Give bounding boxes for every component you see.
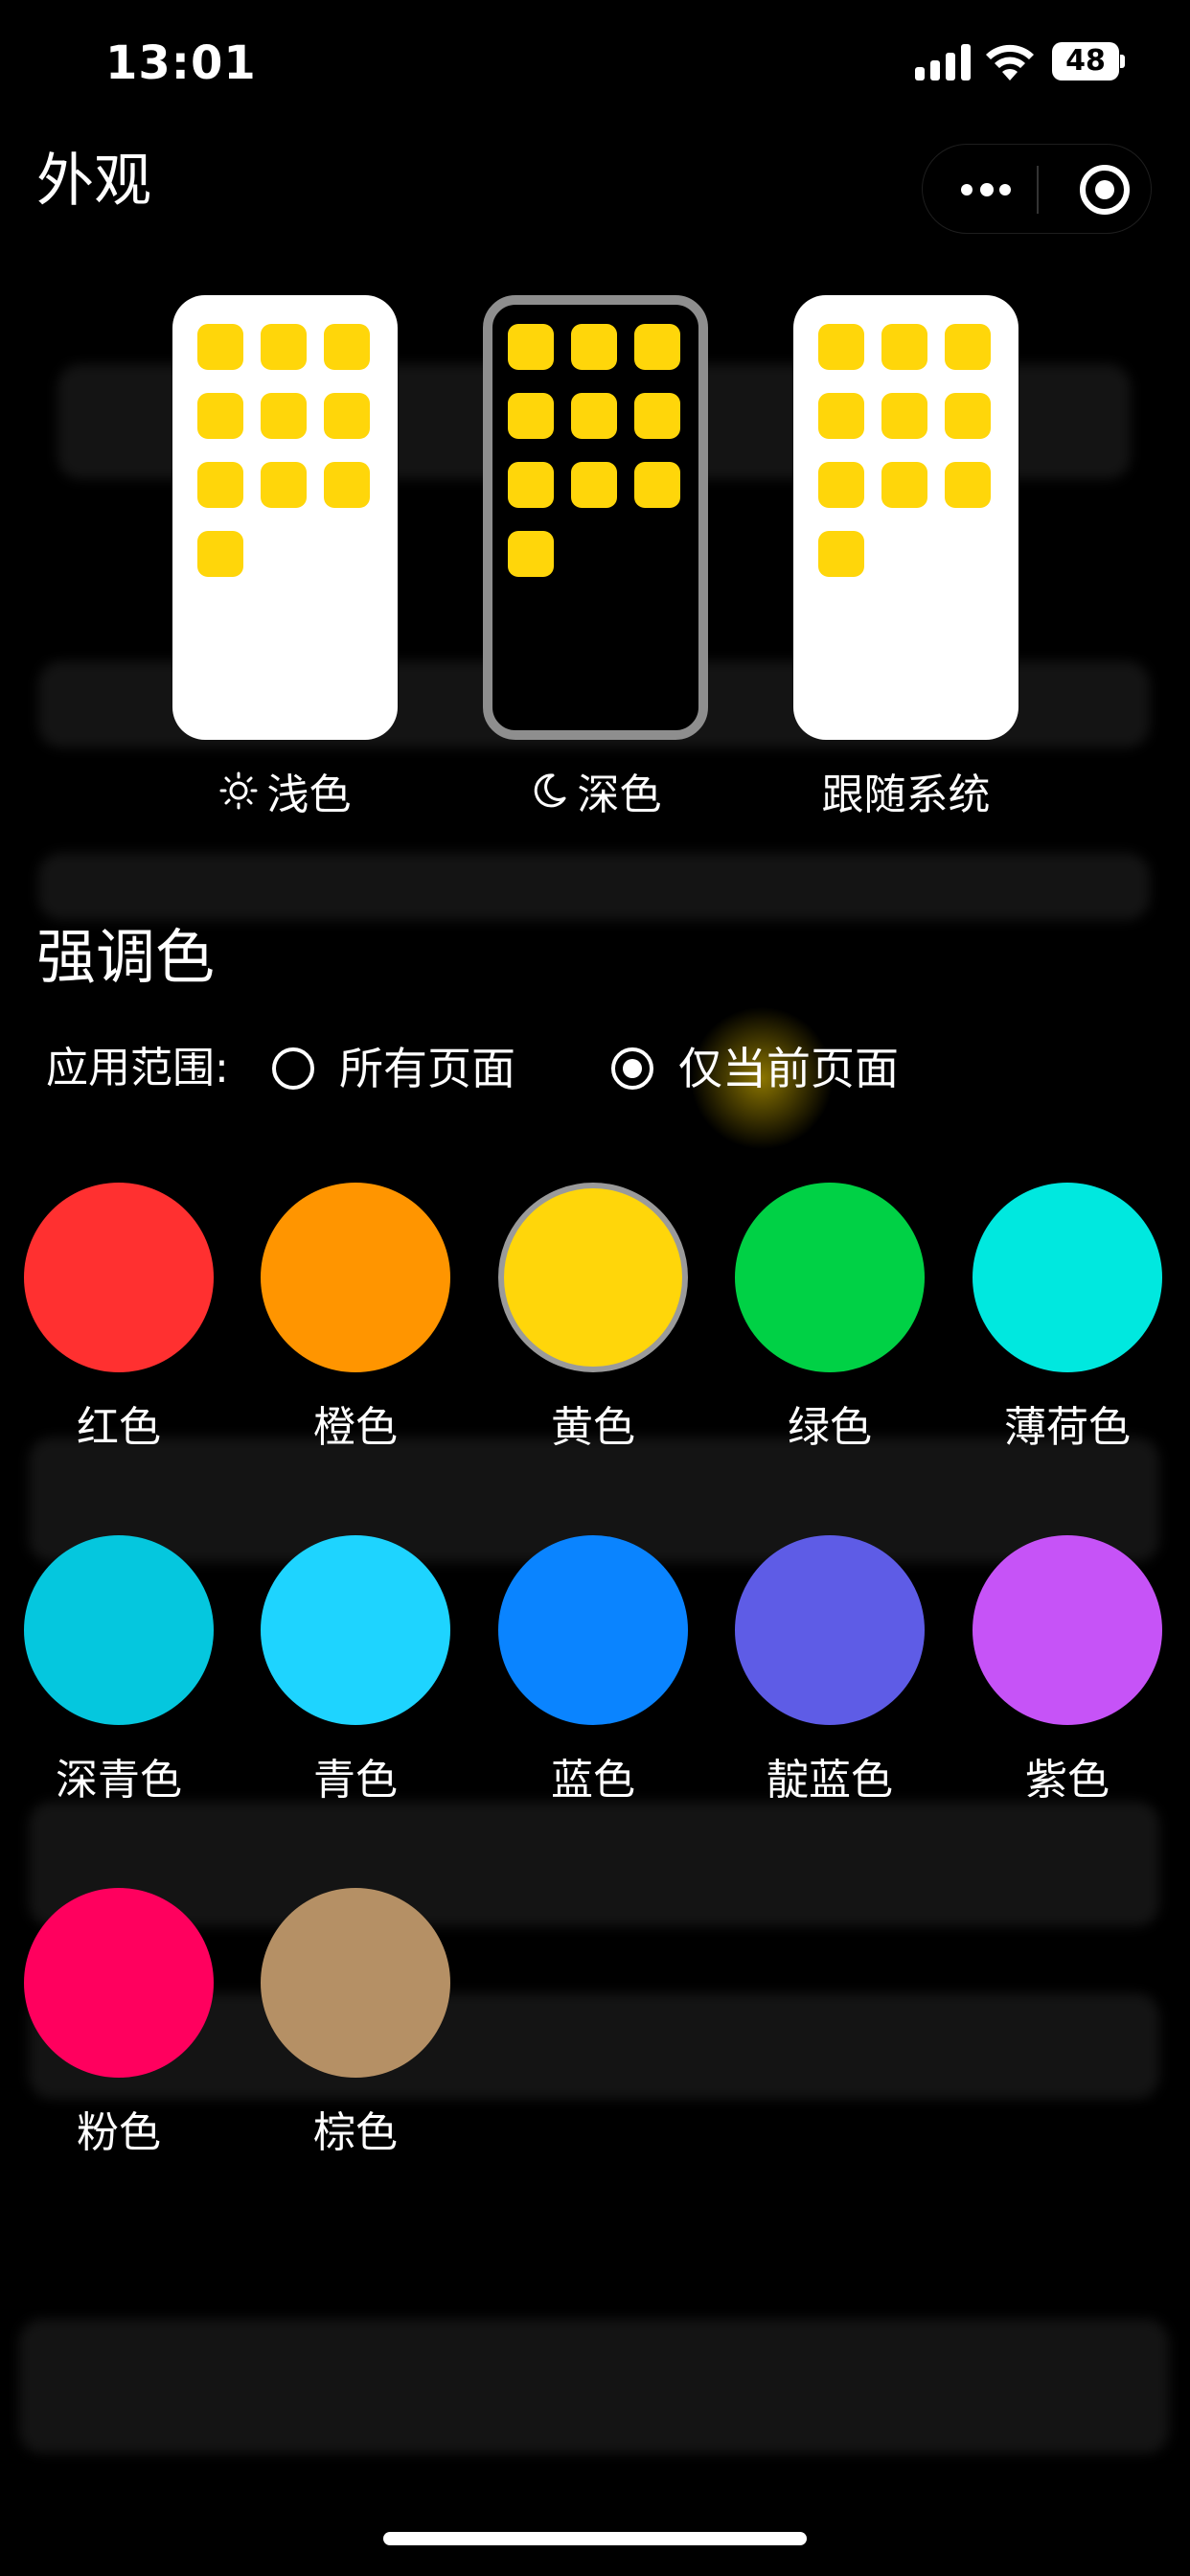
color-swatch[interactable]	[261, 1183, 450, 1372]
app-icon-placeholder	[508, 393, 554, 439]
color-swatch-label[interactable]: 绿色	[711, 1399, 949, 1457]
app-icon-placeholder	[881, 393, 927, 439]
app-icon-placeholder	[945, 324, 991, 370]
app-icon-placeholder	[197, 393, 243, 439]
app-icon-placeholder	[818, 393, 864, 439]
capsule-divider	[1037, 166, 1039, 214]
app-icon-placeholder	[634, 324, 680, 370]
page-title: 外观	[36, 148, 151, 215]
app-icon-placeholder	[508, 462, 554, 508]
more-icon[interactable]	[955, 171, 1017, 209]
app-icon-placeholder	[571, 462, 617, 508]
radio-current-page-label[interactable]: 仅当前页面	[678, 1037, 899, 1100]
app-icon-placeholder	[261, 393, 307, 439]
status-bar: 13:01 48	[0, 0, 1190, 126]
sun-icon	[219, 771, 257, 810]
app-icon-placeholder	[818, 462, 864, 508]
app-icon-placeholder	[261, 462, 307, 508]
app-icon-placeholder	[881, 324, 927, 370]
color-swatch-label[interactable]: 深青色	[0, 1752, 238, 1809]
radio-current-page[interactable]	[611, 1047, 653, 1090]
color-swatch[interactable]	[24, 1535, 214, 1725]
signal-icon	[915, 44, 971, 80]
mode-label-light[interactable]: 浅色	[172, 762, 398, 819]
color-swatch-label[interactable]: 紫色	[949, 1752, 1186, 1809]
color-swatch[interactable]	[735, 1183, 925, 1372]
color-swatch-label[interactable]: 粉色	[0, 2104, 238, 2162]
color-swatch-label[interactable]: 橙色	[237, 1399, 474, 1457]
color-swatch-label[interactable]: 青色	[237, 1752, 474, 1809]
app-icon-placeholder	[508, 531, 554, 577]
color-swatch-label[interactable]: 靛蓝色	[711, 1752, 949, 1809]
appearance-screen: 13:01 48 外观 浅色 深色 跟随系统 强调色 应用范围: 所有页面 仅当…	[0, 0, 1190, 2576]
mode-label-text: 跟随系统	[821, 770, 991, 819]
app-icon-placeholder	[571, 324, 617, 370]
status-time: 13:01	[105, 36, 257, 90]
mode-label-dark[interactable]: 深色	[483, 762, 708, 819]
color-swatch[interactable]	[498, 1183, 688, 1372]
mode-label-text: 浅色	[266, 770, 352, 819]
scope-row: 应用范围: 所有页面 仅当前页面	[46, 1037, 1157, 1100]
mode-card-system[interactable]	[793, 295, 1018, 740]
mode-card-dark[interactable]	[483, 295, 708, 740]
app-icon-placeholder	[261, 324, 307, 370]
color-swatch-label[interactable]: 蓝色	[474, 1752, 712, 1809]
color-swatch[interactable]	[735, 1535, 925, 1725]
radio-all-pages[interactable]	[272, 1047, 314, 1090]
battery-level: 48	[1065, 44, 1106, 78]
scope-label: 应用范围:	[46, 1044, 229, 1092]
app-icon-placeholder	[881, 462, 927, 508]
color-swatch[interactable]	[261, 1888, 450, 2078]
color-swatch[interactable]	[498, 1535, 688, 1725]
mini-program-capsule	[922, 144, 1152, 234]
moon-icon	[534, 773, 565, 808]
app-icon-placeholder	[945, 462, 991, 508]
app-icon-placeholder	[945, 393, 991, 439]
app-icon-placeholder	[818, 324, 864, 370]
color-swatch[interactable]	[24, 1183, 214, 1372]
app-icon-placeholder	[818, 531, 864, 577]
app-icon-placeholder	[571, 393, 617, 439]
app-icon-placeholder	[508, 324, 554, 370]
mode-label-text: 深色	[577, 770, 662, 819]
accent-section-title: 强调色	[36, 922, 216, 992]
app-icon-placeholder	[634, 462, 680, 508]
mode-card-light[interactable]	[172, 295, 398, 740]
color-swatch[interactable]	[973, 1535, 1162, 1725]
radio-all-pages-label[interactable]: 所有页面	[339, 1037, 515, 1100]
color-swatch-label[interactable]: 红色	[0, 1399, 238, 1457]
home-indicator	[383, 2532, 807, 2545]
app-icon-placeholder	[197, 531, 243, 577]
color-swatch[interactable]	[24, 1888, 214, 2078]
app-icon-placeholder	[197, 324, 243, 370]
target-icon[interactable]	[1080, 165, 1130, 215]
app-icon-placeholder	[324, 462, 370, 508]
app-icon-placeholder	[197, 462, 243, 508]
mode-label-system[interactable]: 跟随系统	[774, 762, 1038, 819]
color-swatch-label[interactable]: 棕色	[237, 2104, 474, 2162]
color-swatch-label[interactable]: 黄色	[474, 1399, 712, 1457]
app-icon-placeholder	[634, 393, 680, 439]
app-icon-placeholder	[324, 393, 370, 439]
app-icon-placeholder	[324, 324, 370, 370]
wifi-icon	[986, 44, 1034, 80]
color-swatch[interactable]	[261, 1535, 450, 1725]
color-swatch-label[interactable]: 薄荷色	[949, 1399, 1186, 1457]
battery-icon: 48	[1052, 42, 1125, 80]
color-swatch[interactable]	[973, 1183, 1162, 1372]
